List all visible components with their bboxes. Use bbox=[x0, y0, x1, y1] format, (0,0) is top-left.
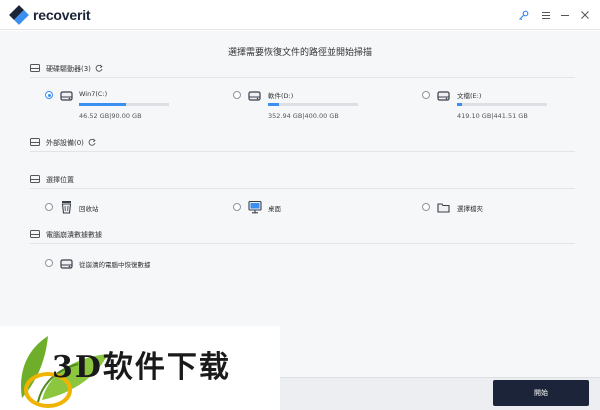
section-crashed-label: 電腦崩潰數據數據 bbox=[46, 231, 102, 239]
desktop-label: 桌面 bbox=[268, 205, 281, 213]
select-folder-radio[interactable] bbox=[422, 203, 430, 211]
recoverit-logo-icon bbox=[9, 5, 29, 25]
crashed-recovery-radio[interactable] bbox=[45, 259, 53, 267]
menu-icon[interactable] bbox=[539, 8, 553, 22]
select-folder-label: 選擇檔夾 bbox=[457, 205, 483, 213]
minimize-icon[interactable] bbox=[558, 8, 572, 22]
drive-c-label: Win7(C:) bbox=[79, 90, 108, 98]
external-device-icon bbox=[30, 138, 40, 148]
drive-icon bbox=[437, 87, 450, 106]
drive-d-label: 軟件(D:) bbox=[268, 92, 294, 100]
drive-e-usage: 419.10 GB|441.51 GB bbox=[457, 112, 528, 120]
recycle-bin-icon bbox=[60, 199, 73, 218]
drive-d-usage: 352.94 GB|400.00 GB bbox=[268, 112, 339, 120]
section-hard-drives: 硬碟驅動器(3) bbox=[30, 64, 103, 74]
drive-d-usage-fill bbox=[268, 103, 279, 106]
drive-e-label: 文檔(E:) bbox=[457, 92, 482, 100]
drive-c-usage-bar bbox=[79, 103, 169, 106]
watermark-text: 3D软件下载 bbox=[52, 350, 231, 385]
title-bar: recoverit bbox=[0, 0, 600, 30]
drive-c-usage: 46.52 GB|90.00 GB bbox=[79, 112, 142, 120]
section-divider bbox=[30, 151, 575, 152]
refresh-icon[interactable] bbox=[88, 138, 96, 148]
drive-icon bbox=[60, 87, 73, 106]
drive-d-radio[interactable] bbox=[233, 91, 241, 99]
drive-e-usage-bar bbox=[457, 103, 547, 106]
section-location-label: 選擇位置 bbox=[46, 176, 74, 184]
app-logo: recoverit bbox=[9, 5, 91, 25]
section-external-devices: 外部設備(0) bbox=[30, 138, 96, 148]
section-divider bbox=[30, 188, 575, 189]
recycle-bin-radio[interactable] bbox=[45, 203, 53, 211]
recycle-bin-label: 回收站 bbox=[79, 205, 99, 213]
folder-icon bbox=[437, 199, 450, 218]
start-button[interactable]: 開始 bbox=[493, 380, 589, 406]
crashed-computer-icon bbox=[30, 230, 40, 240]
crashed-drive-icon bbox=[60, 255, 73, 274]
drive-d-usage-bar bbox=[268, 103, 358, 106]
hard-drive-icon bbox=[30, 64, 40, 74]
section-divider bbox=[30, 243, 575, 244]
section-divider bbox=[30, 77, 575, 78]
section-select-location: 選擇位置 bbox=[30, 175, 74, 185]
drive-e-usage-fill bbox=[457, 103, 463, 106]
location-icon bbox=[30, 175, 40, 185]
drive-icon bbox=[248, 87, 261, 106]
page-heading: 選擇需要恢復文件的路徑並開始掃描 bbox=[227, 48, 372, 58]
drive-c-usage-fill bbox=[79, 103, 126, 106]
drive-e-radio[interactable] bbox=[422, 91, 430, 99]
crashed-recovery-label: 從崩潰的電腦中恢復數據 bbox=[79, 261, 151, 269]
watermark: 3D软件下载 bbox=[0, 326, 280, 410]
section-crashed-computer: 電腦崩潰數據數據 bbox=[30, 230, 102, 240]
drive-c-radio[interactable] bbox=[45, 91, 53, 99]
desktop-icon bbox=[248, 199, 262, 218]
section-external-label: 外部設備(0) bbox=[46, 139, 84, 147]
section-hard-drives-label: 硬碟驅動器(3) bbox=[46, 65, 91, 73]
desktop-radio[interactable] bbox=[233, 203, 241, 211]
close-icon[interactable] bbox=[578, 8, 592, 22]
key-icon[interactable] bbox=[516, 8, 530, 22]
refresh-icon[interactable] bbox=[95, 64, 103, 74]
app-name: recoverit bbox=[33, 7, 91, 23]
